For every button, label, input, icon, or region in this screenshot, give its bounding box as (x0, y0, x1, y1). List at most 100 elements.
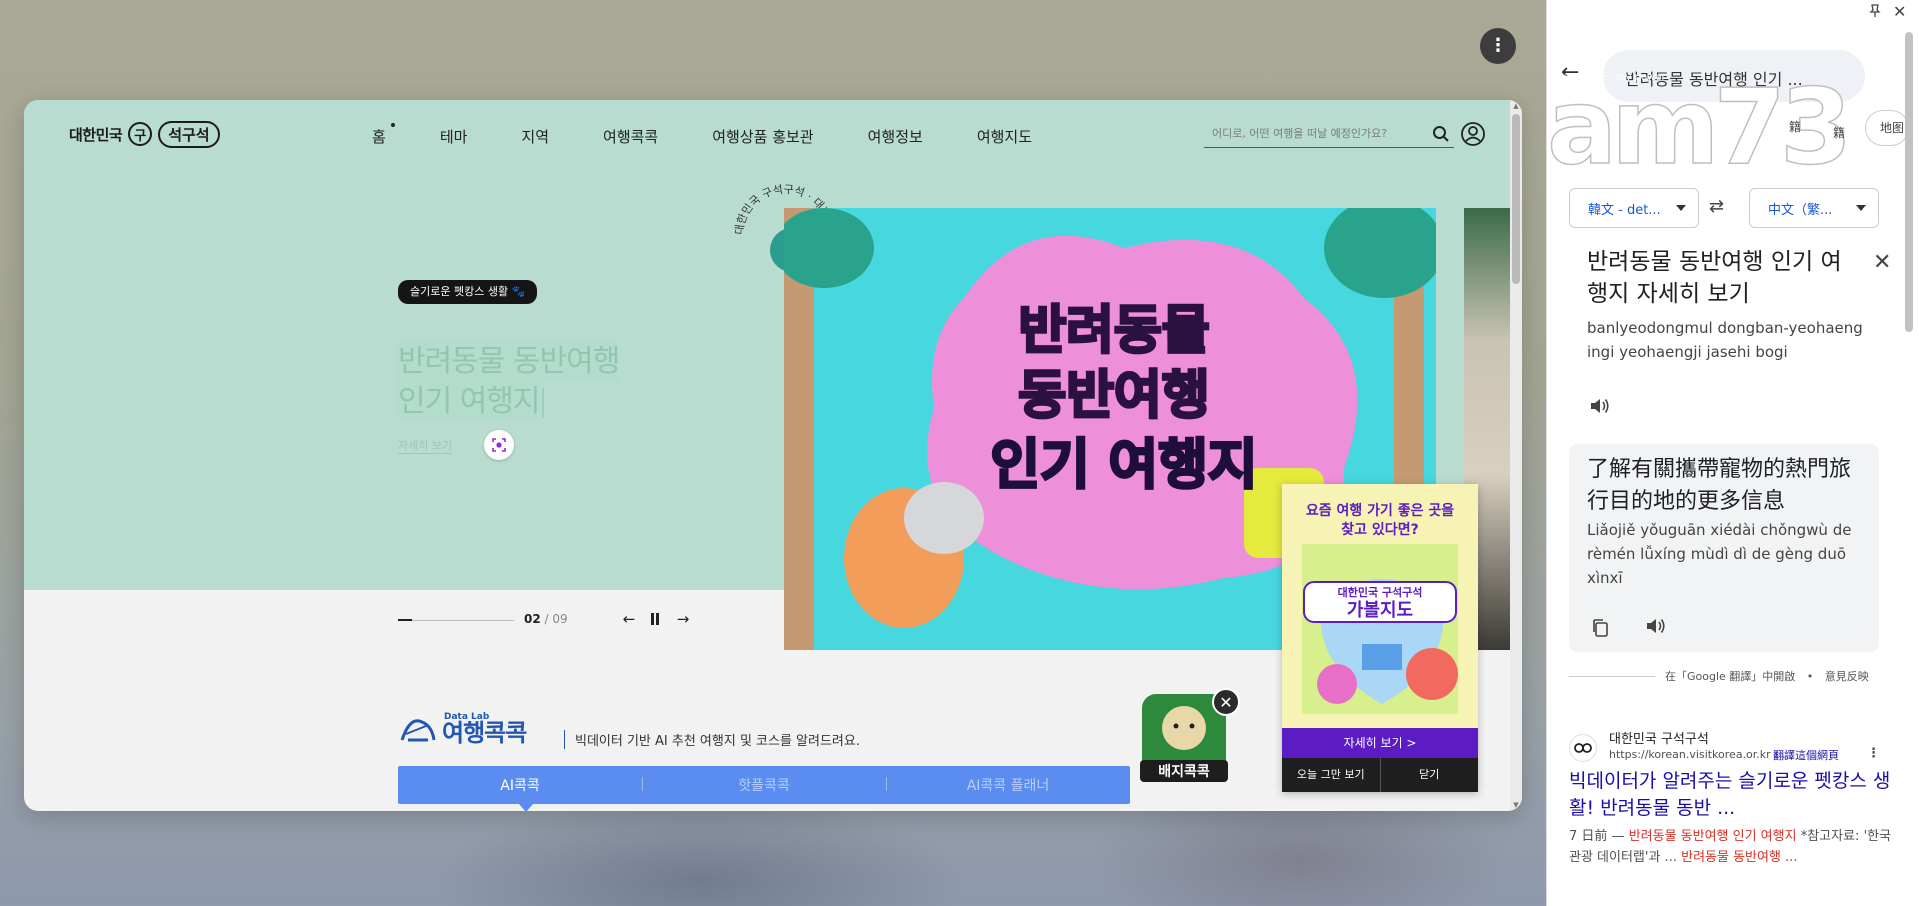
page-scrollbar[interactable]: ▲ ▼ (1510, 100, 1522, 811)
page-scrollbar-thumb[interactable] (1512, 114, 1520, 284)
slide-art-line3: 인기 여행지 (990, 433, 1257, 496)
prev-slide-icon[interactable]: ← (620, 610, 638, 628)
lens-icon[interactable] (484, 430, 514, 460)
hero-more-link[interactable]: 자세히 보기 (398, 437, 453, 454)
main-nav: 홈 테마 지역 여행콕콕 여행상품 홍보관 여행정보 여행지도 (372, 123, 1032, 147)
nav-home[interactable]: 홈 (372, 123, 395, 147)
popup-more-button[interactable]: 자세히 보기 > (1282, 728, 1478, 758)
translated-romanization: Liǎojiě yǒuguān xiédài chǒngwù de rèmén … (1587, 521, 1852, 587)
next-slide-icon[interactable]: → (674, 610, 692, 628)
source-text: 반려동물 동반여행 인기 여행지 자세히 보기 (1587, 249, 1842, 307)
site-logo[interactable]: 대한민국 구 석구석 (69, 120, 220, 148)
swap-languages-icon[interactable]: ⇄ (1709, 196, 1724, 217)
popup-close-button[interactable]: 닫기 (1381, 758, 1479, 792)
result-url[interactable]: https://korean.visitkorea.or.kr › ... (1609, 748, 1793, 761)
hero-title-line1: 반려동물 동반여행 (398, 342, 620, 382)
result-snippet: 7 日前 — 반려동물 동반여행 인기 여행지 *참고자료: '한국관광 데이터… (1569, 826, 1899, 868)
chevron-down-icon (1856, 205, 1866, 211)
snippet-highlight: 반려동물 동반여행 ... (1681, 850, 1798, 865)
clear-source-icon[interactable]: ✕ (1873, 250, 1891, 275)
translate-page-link[interactable]: 翻譯這個網頁 (1773, 747, 1839, 763)
source-language-label: 韓文 - det... (1588, 202, 1661, 218)
search-input[interactable] (1204, 127, 1414, 140)
slide-current: 02 (524, 612, 541, 626)
chevron-down-icon (1676, 205, 1686, 211)
nav-active-dot (390, 123, 395, 127)
popup-dont-show-button[interactable]: 오늘 그만 보기 (1282, 758, 1381, 792)
nav-travel-info[interactable]: 여행정보 (868, 126, 923, 147)
kebab-menu-icon[interactable]: ⋮ (1480, 28, 1516, 64)
copy-icon[interactable] (1591, 618, 1609, 642)
pause-icon[interactable] (646, 610, 664, 628)
logo-text: 대한민국 (69, 125, 123, 144)
site-favicon[interactable] (1569, 734, 1597, 762)
google-translate-links: 在「Google 翻譯」中開啟 • 意見反映 (1665, 668, 1869, 684)
badge-close-icon[interactable]: ✕ (1212, 688, 1240, 716)
separator-dot: • (1806, 670, 1814, 683)
popup-title-line1: 요즘 여행 가기 좋은 곳을 (1305, 503, 1455, 519)
source-language-select[interactable]: 韓文 - det... (1569, 188, 1699, 228)
slide-art-line2: 동반여행 (1018, 366, 1209, 426)
speaker-icon[interactable] (1589, 396, 1611, 420)
target-language-select[interactable]: 中文（繁... (1749, 188, 1879, 228)
scroll-down-icon[interactable]: ▼ (1512, 801, 1520, 809)
hero-title-line2: 인기 여행지 (398, 382, 541, 422)
logo-mark: 구 (128, 122, 153, 146)
result-title[interactable]: 빅데이터가 알려주는 슬기로운 펫캉스 생활! 반려동물 동반 ... (1569, 768, 1899, 822)
logo-pill: 석구석 (158, 120, 220, 148)
panel-close-icon[interactable]: ✕ (1893, 2, 1906, 21)
slide-separator: / (544, 612, 549, 626)
section-description: 빅데이터 기반 AI 추천 여행지 및 코스를 알려드려요. (564, 730, 860, 749)
active-tab-pointer (519, 804, 533, 811)
web-page: 대한민국 구 석구석 홈 테마 지역 여행콕콕 여행상품 홍보관 여행정보 여행… (24, 100, 1522, 811)
popup-title: 요즘 여행 가기 좋은 곳을 찾고 있다면? (1282, 502, 1478, 540)
tab-ai-planner[interactable]: AI콕콕 플래너 (886, 775, 1130, 795)
snippet-date: 7 日前 — (1569, 829, 1625, 844)
user-icon[interactable] (1460, 121, 1486, 147)
panel-scrollbar[interactable] (1903, 22, 1915, 902)
hero-badge: 슬기로운 펫캉스 생활 🐾 (398, 280, 538, 304)
site-search (1204, 120, 1454, 148)
search-icon[interactable] (1430, 123, 1452, 145)
slide-total: 09 (552, 612, 568, 626)
translated-text: 了解有關攜帶寵物的熱門旅行目的地的更多信息 (1587, 457, 1852, 514)
nav-travel-kokkok[interactable]: 여행콕콕 (603, 126, 658, 147)
promo-popup: 요즘 여행 가기 좋은 곳을 찾고 있다면? 대한민국 구석구석 가볼지도 자세… (1282, 484, 1478, 792)
popup-illustration: 대한민국 구석구석 가볼지도 (1302, 544, 1458, 714)
speaker-icon[interactable] (1645, 616, 1667, 640)
lens-chips: 籍 籍 地图 (1547, 110, 1919, 150)
nav-travel-map[interactable]: 여행지도 (977, 126, 1032, 147)
result-more-icon[interactable]: ⋮ (1867, 746, 1880, 761)
nav-product-hall[interactable]: 여행상품 홍보관 (712, 126, 813, 147)
nav-theme[interactable]: 테마 (440, 126, 468, 147)
divider (1569, 676, 1655, 677)
badge-sticker-text: 배지콕콕 (1158, 764, 1210, 780)
text-caret (541, 387, 544, 418)
feedback-link[interactable]: 意見反映 (1825, 670, 1869, 683)
open-in-google-translate-link[interactable]: 在「Google 翻譯」中開啟 (1665, 670, 1795, 683)
datalab-label: Data Lab (444, 712, 490, 722)
slide-counter: 02 / 09 (524, 612, 568, 626)
tab-ai-kokkok[interactable]: AI콕콕 (398, 775, 642, 795)
slide-progress-fill (398, 619, 412, 621)
result-site-name[interactable]: 대한민국 구석구석 (1609, 728, 1709, 747)
tab-hotplace-kokkok[interactable]: 핫플콕콕 (642, 775, 886, 795)
popup-art-line2: 가볼지도 (1347, 600, 1413, 621)
snippet-highlight: 반려동물 동반여행 인기 여행지 (1628, 829, 1797, 844)
pin-icon[interactable] (1869, 4, 1881, 22)
panel-scrollbar-thumb[interactable] (1905, 32, 1913, 332)
chip-b[interactable]: 籍 (1789, 118, 1801, 135)
chip-a[interactable]: 籍 (1833, 124, 1845, 141)
hero-title: 반려동물 동반여행 인기 여행지 (398, 342, 698, 422)
scroll-up-icon[interactable]: ▲ (1512, 102, 1520, 110)
datalab-icon (400, 719, 436, 742)
side-panel: ✕ ← 반려동물 동반여행 인기 ... my choice . my powe… (1546, 0, 1919, 906)
source-romanization: banlyeodongmul dongban-yeohaeng ingi yeo… (1587, 319, 1863, 361)
popup-art-line1: 대한민국 구석구석 (1338, 585, 1423, 599)
slide-progress (398, 619, 514, 621)
section-tabs: AI콕콕 핫플콕콕 AI콕콕 플래너 (398, 766, 1130, 804)
nav-region[interactable]: 지역 (521, 126, 549, 147)
target-language-label: 中文（繁... (1768, 202, 1833, 218)
popup-footer: 오늘 그만 보기 닫기 (1282, 758, 1478, 792)
slide-art-line1: 반려동물 (1018, 301, 1209, 361)
